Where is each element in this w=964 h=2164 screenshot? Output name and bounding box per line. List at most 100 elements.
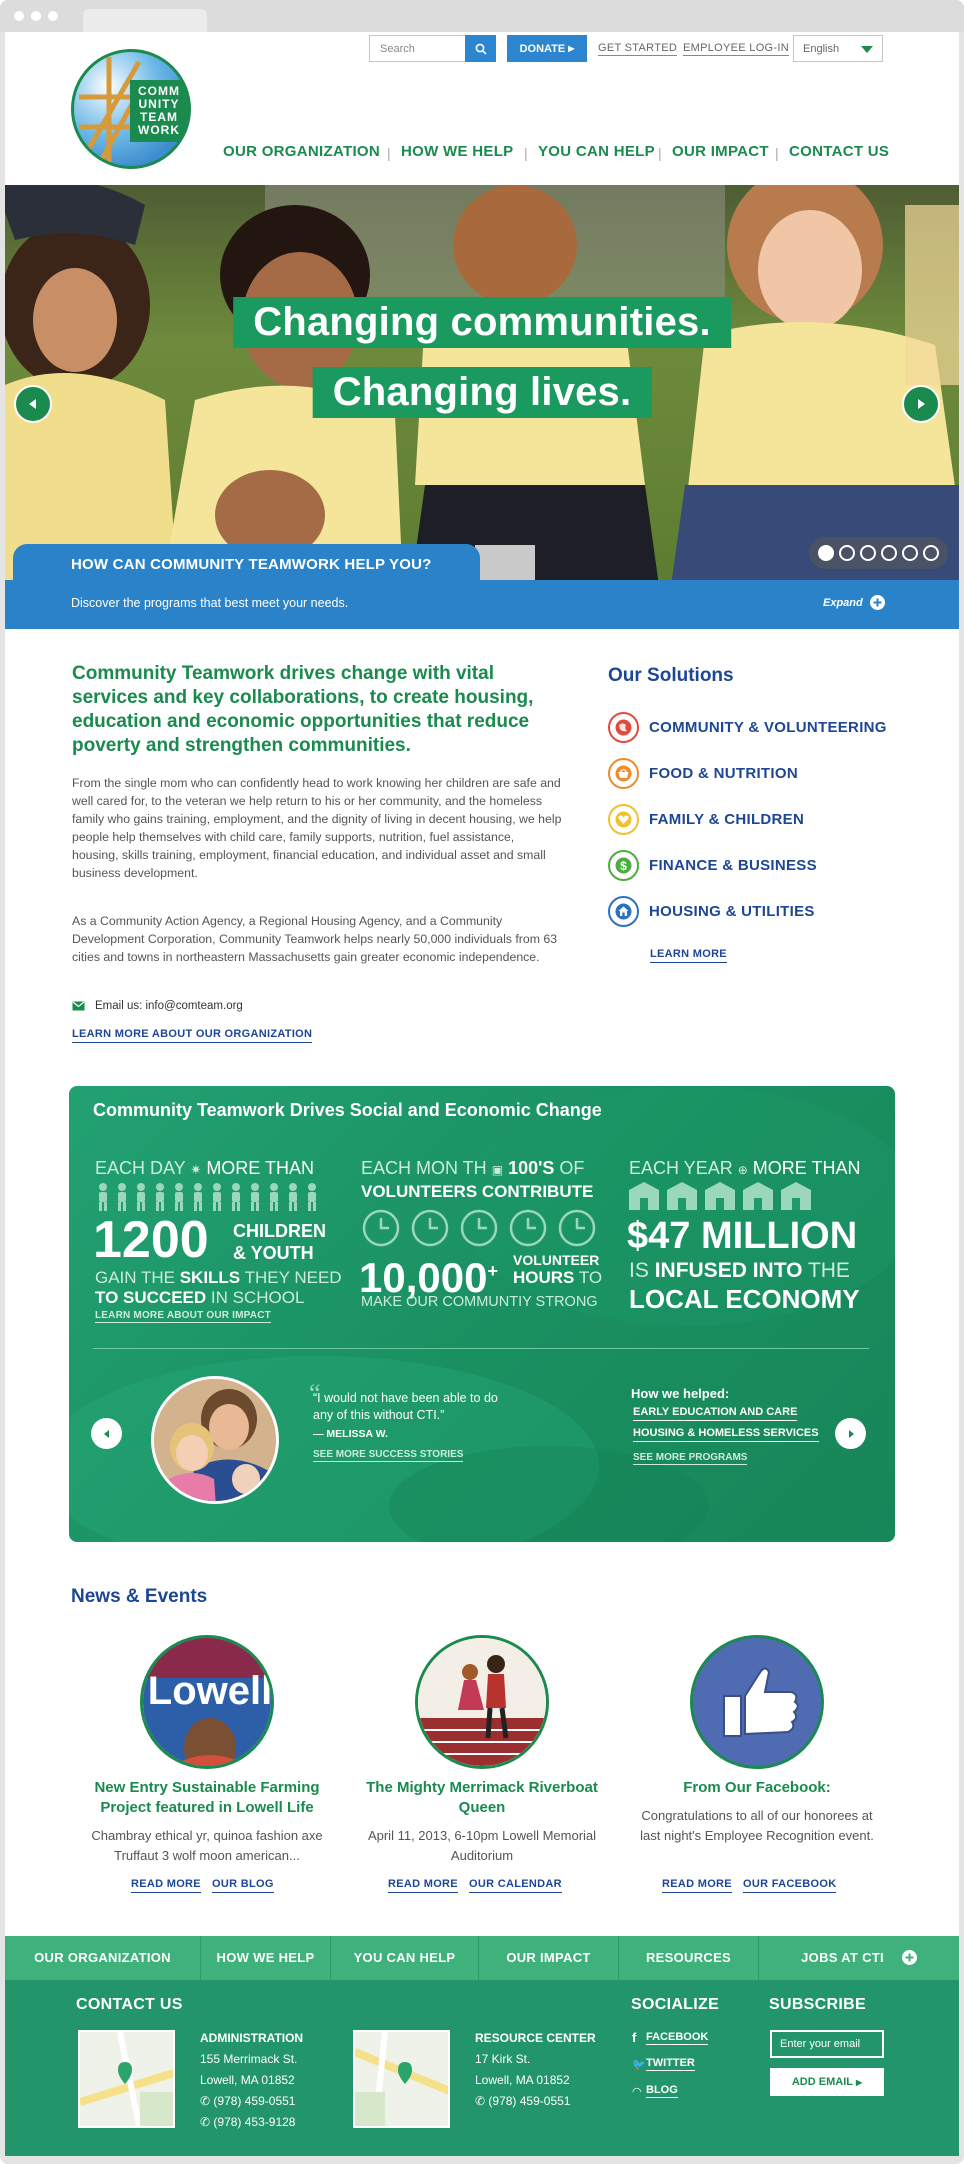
story-next-button[interactable] (835, 1418, 866, 1449)
stat-3-text: INFUSED INTO (654, 1259, 803, 1282)
pagination-dot[interactable] (839, 545, 855, 561)
stat-3-period: EACH YEAR (629, 1158, 733, 1178)
caret-right-icon: ▶ (855, 2077, 863, 2087)
solution-family-children[interactable]: FAMILY & CHILDREN (608, 804, 804, 835)
social-blog[interactable]: ◠ BLOG (632, 2084, 678, 2098)
stat-1-qualifier: MORE THAN (206, 1158, 314, 1178)
solution-label: HOUSING & UTILITIES (649, 903, 815, 920)
solutions-learn-more-link[interactable]: LEARN MORE (650, 948, 727, 963)
social-twitter[interactable]: 🐦 TWITTER (632, 2057, 695, 2071)
employee-login-link[interactable]: EMPLOYEE LOG-IN (683, 42, 789, 56)
window-minimize-dot[interactable] (31, 11, 41, 21)
pagination-dot[interactable] (818, 545, 834, 561)
solution-food-nutrition[interactable]: FOOD & NUTRITION (608, 758, 798, 789)
news-image-riverboat[interactable] (415, 1635, 549, 1769)
globe-small-icon: ⊕ (737, 1163, 748, 1177)
learn-more-organization-link[interactable]: LEARN MORE ABOUT OUR ORGANIZATION (72, 1028, 313, 1043)
news-image-lowell[interactable]: Lowell (140, 1635, 274, 1769)
phone-number[interactable]: (978) 459-0551 (213, 2094, 295, 2108)
add-email-button[interactable]: ADD EMAIL ▶ (770, 2068, 884, 2096)
nav-you-can-help[interactable]: YOU CAN HELP (538, 143, 655, 160)
twitter-link[interactable]: TWITTER (646, 2057, 695, 2071)
footer-nav-our-organization[interactable]: OUR ORGANIZATION (5, 1936, 201, 1980)
pagination-dot[interactable] (902, 545, 918, 561)
pagination-dot[interactable] (923, 545, 939, 561)
news-1-read-more-link[interactable]: READ MORE (131, 1878, 201, 1893)
search-input[interactable] (370, 36, 462, 61)
chevron-down-icon (861, 46, 873, 53)
arrow-left-icon (103, 1429, 109, 1438)
children-figures-icon (99, 1183, 316, 1211)
get-started-link[interactable]: GET STARTED (598, 42, 678, 56)
learn-more-impact-link[interactable]: LEARN MORE ABOUT OUR IMPACT (95, 1310, 271, 1323)
footer-nav-you-can-help[interactable]: YOU CAN HELP (331, 1936, 479, 1980)
sun-icon: ✷ (190, 1162, 202, 1177)
hero-next-button[interactable] (902, 385, 940, 423)
news-image-facebook[interactable] (690, 1635, 824, 1769)
page: DONATE▶ GET STARTED EMPLOYEE LOG-IN Engl… (5, 32, 959, 2156)
see-success-stories-link[interactable]: SEE MORE SUCCESS STORIES (313, 1449, 464, 1462)
footer-nav-how-we-help[interactable]: HOW WE HELP (201, 1936, 331, 1980)
browser-tab[interactable] (83, 9, 207, 32)
administration-address: ADMINISTRATION 155 Merrimack St. Lowell,… (200, 2028, 303, 2133)
our-blog-link[interactable]: OUR BLOG (212, 1878, 274, 1893)
hero-prev-button[interactable] (14, 385, 52, 423)
subscribe-title: SUBSCRIBE (769, 1996, 866, 2013)
subscribe-email-input[interactable] (770, 2030, 884, 2058)
stat-2-plus: + (487, 1261, 498, 1281)
stat-3-text: IS (629, 1259, 655, 1282)
news-2-read-more-link[interactable]: READ MORE (388, 1878, 458, 1893)
donate-button[interactable]: DONATE ▶ (507, 35, 587, 62)
program-link-early-education[interactable]: EARLY EDUCATION AND CARE (633, 1406, 798, 1421)
resource-center-address: RESOURCE CENTER 17 Kirk St. Lowell, MA 0… (475, 2028, 596, 2112)
news-3-read-more-link[interactable]: READ MORE (662, 1878, 732, 1893)
intro-lead: Community Teamwork drives change with vi… (72, 663, 534, 756)
footer-nav-resources[interactable]: RESOURCES (619, 1936, 759, 1980)
program-link-housing-homeless[interactable]: HOUSING & HOMELESS SERVICES (633, 1427, 819, 1442)
see-more-programs-link[interactable]: SEE MORE PROGRAMS (633, 1452, 748, 1465)
map-thumbnail-administration[interactable] (78, 2030, 175, 2128)
thumbs-up-icon (693, 1638, 821, 1766)
social-facebook[interactable]: f FACEBOOK (632, 2030, 709, 2045)
phone-number[interactable]: (978) 453-9128 (213, 2115, 295, 2129)
our-facebook-link[interactable]: OUR FACEBOOK (743, 1878, 837, 1893)
pagination-dot[interactable] (881, 545, 897, 561)
solution-finance-business[interactable]: $ FINANCE & BUSINESS (608, 850, 817, 881)
search-icon (475, 43, 487, 55)
news-3-title[interactable]: From Our Facebook: (632, 1778, 882, 1798)
news-1-title[interactable]: New Entry Sustainable Farming Project fe… (82, 1778, 332, 1818)
our-calendar-link[interactable]: OUR CALENDAR (469, 1878, 562, 1893)
blog-link[interactable]: BLOG (646, 2084, 678, 2098)
nav-contact-us[interactable]: CONTACT US (789, 143, 889, 160)
nav-our-impact[interactable]: OUR IMPACT (672, 143, 769, 160)
phone-number[interactable]: (978) 459-0551 (488, 2094, 570, 2108)
solution-housing-utilities[interactable]: HOUSING & UTILITIES (608, 896, 815, 927)
news-2-text: April 11, 2013, 6-10pm Lowell Memorial A… (367, 1828, 597, 1863)
nav-divider: | (524, 145, 528, 161)
facebook-link[interactable]: FACEBOOK (646, 2031, 709, 2045)
hero-headline-2: Changing lives. (312, 367, 652, 418)
window-zoom-dot[interactable] (48, 11, 58, 21)
nav-how-we-help[interactable]: HOW WE HELP (401, 143, 513, 160)
email-text[interactable]: Email us: info@comteam.org (95, 1000, 243, 1012)
footer-nav-our-impact[interactable]: OUR IMPACT (479, 1936, 619, 1980)
solution-community-volunteering[interactable]: COMMUNITY & VOLUNTEERING (608, 712, 887, 743)
twitter-icon: 🐦 (632, 2058, 646, 2071)
story-prev-button[interactable] (91, 1418, 122, 1449)
donate-label: DONATE (519, 42, 566, 55)
window-close-dot[interactable] (14, 11, 24, 21)
site-logo[interactable]: COMM UNITY TEAM WORK (71, 49, 191, 169)
nav-divider: | (658, 145, 662, 161)
news-2-title[interactable]: The Mighty Merrimack Riverboat Queen (357, 1778, 607, 1818)
footer-nav-jobs-at-cti[interactable]: JOBS AT CTI (759, 1936, 959, 1980)
map-thumbnail-resource-center[interactable] (353, 2030, 450, 2128)
search-button[interactable] (465, 35, 496, 62)
nav-our-organization[interactable]: OUR ORGANIZATION (223, 143, 380, 160)
expand-button[interactable]: Expand (823, 595, 885, 610)
language-select[interactable]: English (793, 35, 883, 62)
how-we-helped-title: How we helped: (631, 1386, 730, 1401)
svg-text:$: $ (620, 859, 627, 873)
footer-nav-label: JOBS AT CTI (801, 1950, 884, 1965)
address-name: RESOURCE CENTER (475, 2031, 596, 2045)
pagination-dot[interactable] (860, 545, 876, 561)
